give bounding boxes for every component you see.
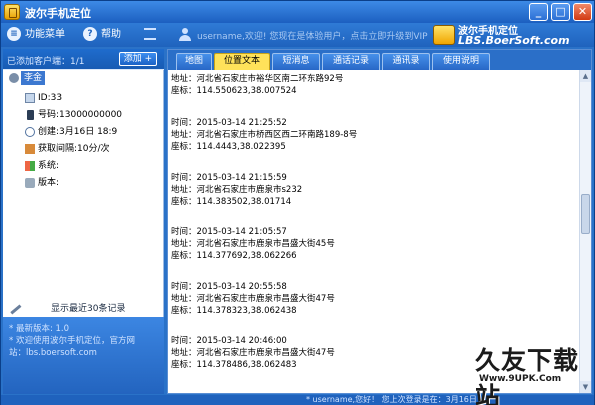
record-coord: 座标：114.550623,38.007524 [171,86,297,96]
recent-records-link[interactable]: 显示最近30条记录 [51,301,125,314]
record-coord: 座标：114.377692,38.062266 [171,251,297,261]
list-item: 时间：2015-03-14 21:15:59 地址：河北省石家庄市鹿泉市s232… [171,172,302,208]
record-coord: 座标：114.383502,38.01714 [171,197,292,207]
tree-item-client[interactable]: 李金 [21,71,46,85]
title-bar: 波尔手机定位 _ □ ✕ [1,1,594,23]
upgrade-notice-link[interactable]: username,欢迎! 您现在是体验用户，点击立即升级到VIP [197,29,428,42]
user-icon [179,28,191,41]
watermark-url: Www.9UPK.Com [479,374,562,384]
record-address: 地址：河北省石家庄市桥西区西二环南路189-8号 [171,130,358,140]
client-user-icon [9,73,19,83]
list-item: 时间：2015-03-14 21:25:52 地址：河北省石家庄市桥西区西二环南… [171,117,357,153]
tab-sms[interactable]: 短消息 [272,53,320,70]
list-item: 地址：河北省石家庄市裕华区南二环东路92号 座标：114.550623,38.0… [171,73,343,97]
close-button[interactable]: ✕ [573,3,592,21]
tab-bar: 地图 位置文本 短消息 通话记录 通讯录 使用说明 [168,50,591,70]
tree-item-created: 创建:3月16日 18:9 [38,127,118,137]
scrollbar-thumb[interactable] [581,194,590,234]
last-login-status: * username,您好！ 您上次登录是在：3月16日 [306,395,477,404]
record-address: 地址：河北省石家庄市鹿泉市s232 [171,185,303,195]
tree-footer: 显示最近30条记录 [3,297,164,317]
tree-item-phone: 号码:13000000000 [38,110,123,120]
id-icon [25,93,35,103]
help-icon: ? [83,27,97,41]
clients-count-label: 已添加客户端：1/1 [7,57,85,67]
maximize-button[interactable]: □ [551,3,570,21]
version-icon [25,178,35,188]
site-watermark: 久友下载站 Www.9UPK.Com [471,341,589,405]
list-item: 时间：2015-03-14 21:05:57 地址：河北省石家庄市鹿泉市昌盛大街… [171,226,335,262]
add-client-button[interactable]: 添加 + [119,52,157,66]
tab-call-log[interactable]: 通话记录 [322,53,380,70]
tree-item-system: 系统: [38,161,60,171]
list-item: 时间：2015-03-14 20:55:58 地址：河北省石家庄市鹿泉市昌盛大街… [171,281,335,317]
list-item: 时间：2015-03-14 20:46:00 地址：河北省石家庄市鹿泉市昌盛大街… [171,335,335,371]
record-address: 地址：河北省石家庄市鹿泉市昌盛大街47号 [171,294,335,304]
tab-location-text[interactable]: 位置文本 [214,53,270,70]
record-coord: 座标：114.378486,38.062483 [171,360,297,370]
scroll-up-icon[interactable]: ▲ [580,70,591,82]
help-button[interactable]: 帮助 [101,27,121,43]
info-box: * 最新版本: 1.0 * 欢迎使用波尔手机定位，官方网 站：lbs.boers… [3,317,164,394]
logo-url: LBS.BoerSoft.com [458,34,570,47]
record-time: 时间：2015-03-14 20:46:00 [171,336,287,346]
record-address: 地址：河北省石家庄市鹿泉市昌盛大街45号 [171,239,335,249]
window-title: 波尔手机定位 [25,7,91,20]
client-panel-header: 已添加客户端：1/1 添加 + [3,49,164,69]
toolbar: ≡ 功能菜单 ? 帮助 username,欢迎! 您现在是体验用户，点击立即升级… [1,23,594,47]
record-time: 时间：2015-03-14 21:15:59 [171,173,287,183]
record-address: 地址：河北省石家庄市裕华区南二环东路92号 [171,74,344,84]
record-time: 时间：2015-03-14 21:05:57 [171,227,287,237]
tree-item-id: ID:33 [38,93,63,103]
client-panel: 已添加客户端：1/1 添加 + 李金 ID:33 号码:13000000000 … [3,49,164,394]
app-window: 波尔手机定位 _ □ ✕ ≡ 功能菜单 ? 帮助 username,欢迎! 您现… [0,0,595,405]
tab-map[interactable]: 地图 [176,53,212,70]
menu-icon: ≡ [7,27,21,41]
logo-phone-icon [433,25,455,45]
interval-icon [25,144,35,154]
tree-item-version: 版本: [38,178,60,188]
app-phone-icon [4,4,20,20]
clock-icon [25,127,35,137]
record-time: 时间：2015-03-14 20:55:58 [171,282,287,292]
menu-button[interactable]: 功能菜单 [25,27,65,43]
watermark-title: 久友下载站 [475,346,580,405]
brand-logo: 波尔手机定位 LBS.BoerSoft.com [433,23,578,47]
info-line: * 欢迎使用波尔手机定位，官方网 [9,336,135,346]
record-address: 地址：河北省石家庄市鹿泉市昌盛大街47号 [171,348,335,358]
tab-contacts[interactable]: 通讯录 [382,53,430,70]
tab-instructions[interactable]: 使用说明 [432,53,490,70]
minimize-button[interactable]: _ [529,3,548,21]
tree-item-interval: 获取间隔:10分/次 [38,144,110,154]
windows-icon [25,161,35,171]
tools-icon[interactable] [4,297,22,315]
info-line: * 最新版本: 1.0 [9,324,70,334]
info-line: 站：lbs.boersoft.com [9,348,97,358]
phone-icon [27,110,34,120]
record-coord: 座标：114.378323,38.062438 [171,306,297,316]
record-time: 时间：2015-03-14 21:25:52 [171,118,287,128]
record-coord: 座标：114.4443,38.022395 [171,142,286,152]
client-tree: 李金 ID:33 号码:13000000000 创建:3月16日 18:9 获取… [3,70,164,298]
expand-icon[interactable] [144,28,156,40]
